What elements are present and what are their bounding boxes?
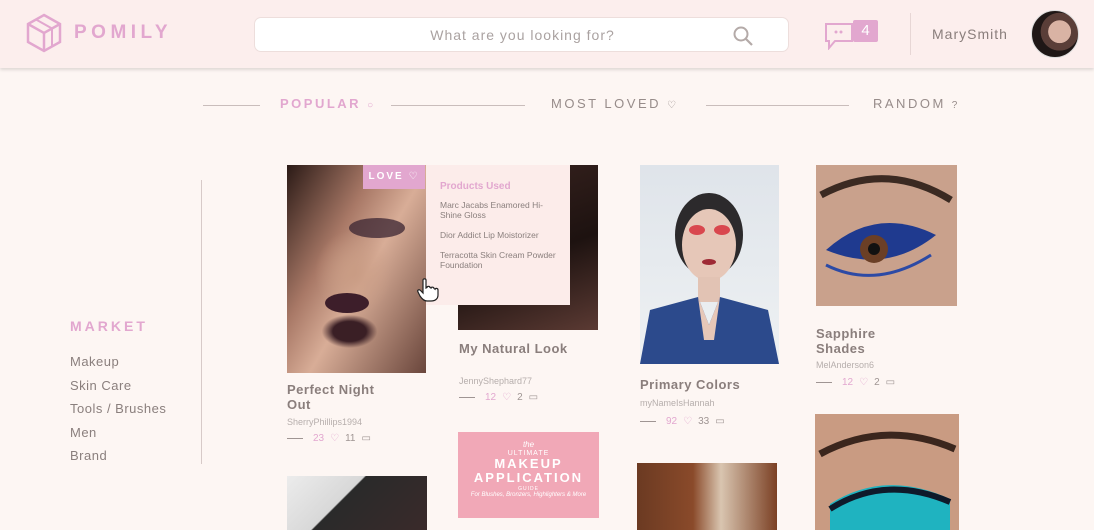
comment-count: 2 [874, 377, 880, 388]
heart-icon[interactable]: ♡ [502, 392, 511, 403]
comment-count: 2 [517, 392, 523, 403]
like-count: 92 [666, 416, 678, 427]
tab-divider-line [391, 105, 525, 106]
comment-icon[interactable]: ▭ [529, 392, 538, 403]
poster-line2: APPLICATION [473, 470, 584, 485]
heart-icon[interactable]: ♡ [859, 377, 868, 388]
top-header: POMILY 4 MarySmith [0, 0, 1094, 68]
card-image-primary-colors[interactable] [640, 165, 779, 364]
card-stats: 23 ♡ 11 ▭ [287, 433, 371, 444]
hand-pointer-icon [417, 278, 439, 302]
tab-random-label: RANDOM [873, 96, 946, 111]
comment-icon[interactable]: ▭ [886, 377, 895, 388]
sidebar-item-brand[interactable]: Brand [70, 448, 166, 472]
like-count: 12 [485, 392, 497, 403]
comment-count: 33 [698, 416, 710, 427]
search-input[interactable] [255, 18, 790, 51]
question-icon: ? [951, 100, 958, 111]
card-stats: 12 ♡ 2 ▭ [459, 392, 538, 403]
product-item[interactable]: Dior Addict Lip Moistorizer [440, 230, 556, 240]
sidebar-item-men[interactable]: Men [70, 425, 166, 449]
card-user[interactable]: myNameIsHannah [640, 398, 715, 408]
stats-dash [640, 421, 656, 422]
header-divider [910, 13, 911, 55]
product-item[interactable]: Marc Jacabs Enamored Hi-Shine Gloss [440, 200, 556, 220]
comment-count: 11 [345, 433, 356, 444]
tab-divider-line [706, 105, 849, 106]
card-image-teal-eye[interactable] [815, 414, 959, 530]
card-user[interactable]: MelAnderson6 [816, 360, 874, 370]
poster-subtitle: For Blushes, Bronzers, Highlighters & Mo… [470, 492, 587, 498]
love-button[interactable]: LOVE ♡ [363, 165, 425, 189]
heart-icon: ♡ [667, 100, 676, 111]
market-title: MARKET [70, 318, 148, 334]
heart-icon: ♡ [408, 171, 420, 182]
card-title[interactable]: Primary Colors [640, 377, 760, 392]
brand-name[interactable]: POMILY [74, 22, 172, 44]
like-count: 23 [313, 433, 325, 444]
username[interactable]: MarySmith [932, 26, 1008, 42]
tab-divider-line [203, 105, 260, 106]
eye-illustration [818, 431, 957, 530]
stats-dash [287, 438, 303, 439]
card-title[interactable]: Perfect Night Out [287, 382, 397, 412]
products-title: Products Used [440, 181, 511, 192]
search-bar[interactable] [254, 17, 790, 52]
card-image-palette[interactable] [287, 476, 427, 530]
eye-illustration [819, 175, 953, 277]
card-user[interactable]: JennyShephard77 [459, 376, 532, 386]
comment-icon[interactable]: ▭ [715, 416, 724, 427]
cube-logo-icon[interactable] [26, 13, 62, 53]
search-icon[interactable] [732, 25, 754, 47]
love-label: LOVE [368, 171, 404, 182]
stats-dash [816, 382, 832, 383]
card-image-perfect-night-out[interactable] [287, 165, 426, 373]
sidebar-item-makeup[interactable]: Makeup [70, 354, 166, 378]
chat-bubble-icon[interactable] [824, 22, 856, 50]
tab-popular[interactable]: POPULAR ○ [280, 96, 373, 111]
product-item[interactable]: Terracotta Skin Cream Powder Foundation [440, 250, 556, 270]
card-title[interactable]: My Natural Look [459, 341, 569, 356]
poster-line1: MAKEUP [494, 456, 563, 471]
avatar[interactable] [1031, 10, 1079, 58]
market-list: Makeup Skin Care Tools / Brushes Men Bra… [70, 354, 166, 472]
products-used-popover: Products Used Marc Jacabs Enamored Hi-Sh… [426, 165, 570, 305]
card-stats: 92 ♡ 33 ▭ [640, 416, 725, 427]
card-title[interactable]: Sapphire Shades [816, 326, 926, 356]
comment-icon[interactable]: ▭ [361, 433, 370, 444]
face-illustration [325, 218, 405, 313]
heart-icon[interactable]: ♡ [683, 416, 692, 427]
sidebar-item-skin-care[interactable]: Skin Care [70, 378, 166, 402]
sidebar-divider [201, 180, 202, 464]
poster-the: the [522, 440, 535, 449]
message-count-badge[interactable]: 4 [853, 20, 878, 42]
portrait-illustration [640, 193, 779, 364]
tab-popular-label: POPULAR [280, 96, 362, 111]
tab-most-loved[interactable]: MOST LOVED ♡ [551, 96, 676, 111]
card-image-sapphire-shades[interactable] [816, 165, 957, 306]
heart-icon[interactable]: ♡ [330, 433, 339, 444]
makeup-guide-poster[interactable]: the ULTIMATE MAKEUP APPLICATION GUIDE Fo… [458, 432, 599, 518]
card-stats: 12 ♡ 2 ▭ [816, 377, 895, 388]
stats-dash [459, 397, 475, 398]
tab-most-loved-label: MOST LOVED [551, 96, 662, 111]
card-image-foundations[interactable] [637, 463, 777, 530]
sidebar-item-tools-brushes[interactable]: Tools / Brushes [70, 401, 166, 425]
tab-random[interactable]: RANDOM? [873, 96, 957, 111]
like-count: 12 [842, 377, 854, 388]
card-user[interactable]: SherryPhillips1994 [287, 417, 362, 427]
circle-icon: ○ [367, 100, 374, 111]
